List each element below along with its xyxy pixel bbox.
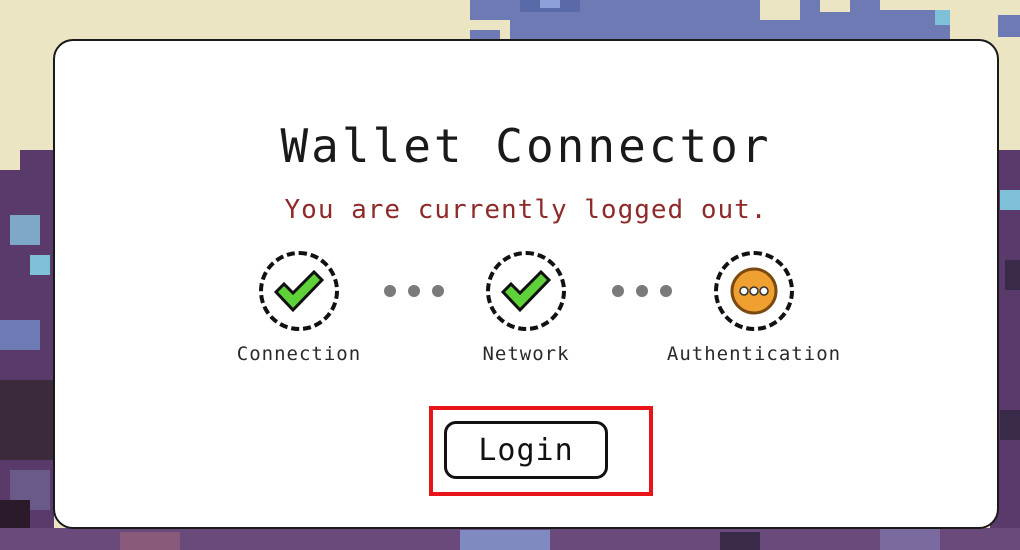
- step-authentication-ring: [714, 251, 794, 331]
- modal-title: Wallet Connector: [280, 119, 772, 173]
- step-network-label: Network: [482, 343, 570, 365]
- status-message: You are currently logged out.: [284, 195, 768, 225]
- step-authentication-label: Authentication: [666, 343, 842, 365]
- step-connection-label: Connection: [236, 343, 362, 365]
- step-network: Network: [426, 251, 626, 365]
- login-button[interactable]: Login: [444, 421, 608, 479]
- step-network-ring: [486, 251, 566, 331]
- step-connection: Connection: [199, 251, 399, 365]
- ellipsis-icon: [730, 267, 778, 315]
- check-icon: [273, 269, 325, 313]
- step-authentication: Authentication: [654, 251, 854, 365]
- check-icon: [500, 269, 552, 313]
- step-connection-ring: [259, 251, 339, 331]
